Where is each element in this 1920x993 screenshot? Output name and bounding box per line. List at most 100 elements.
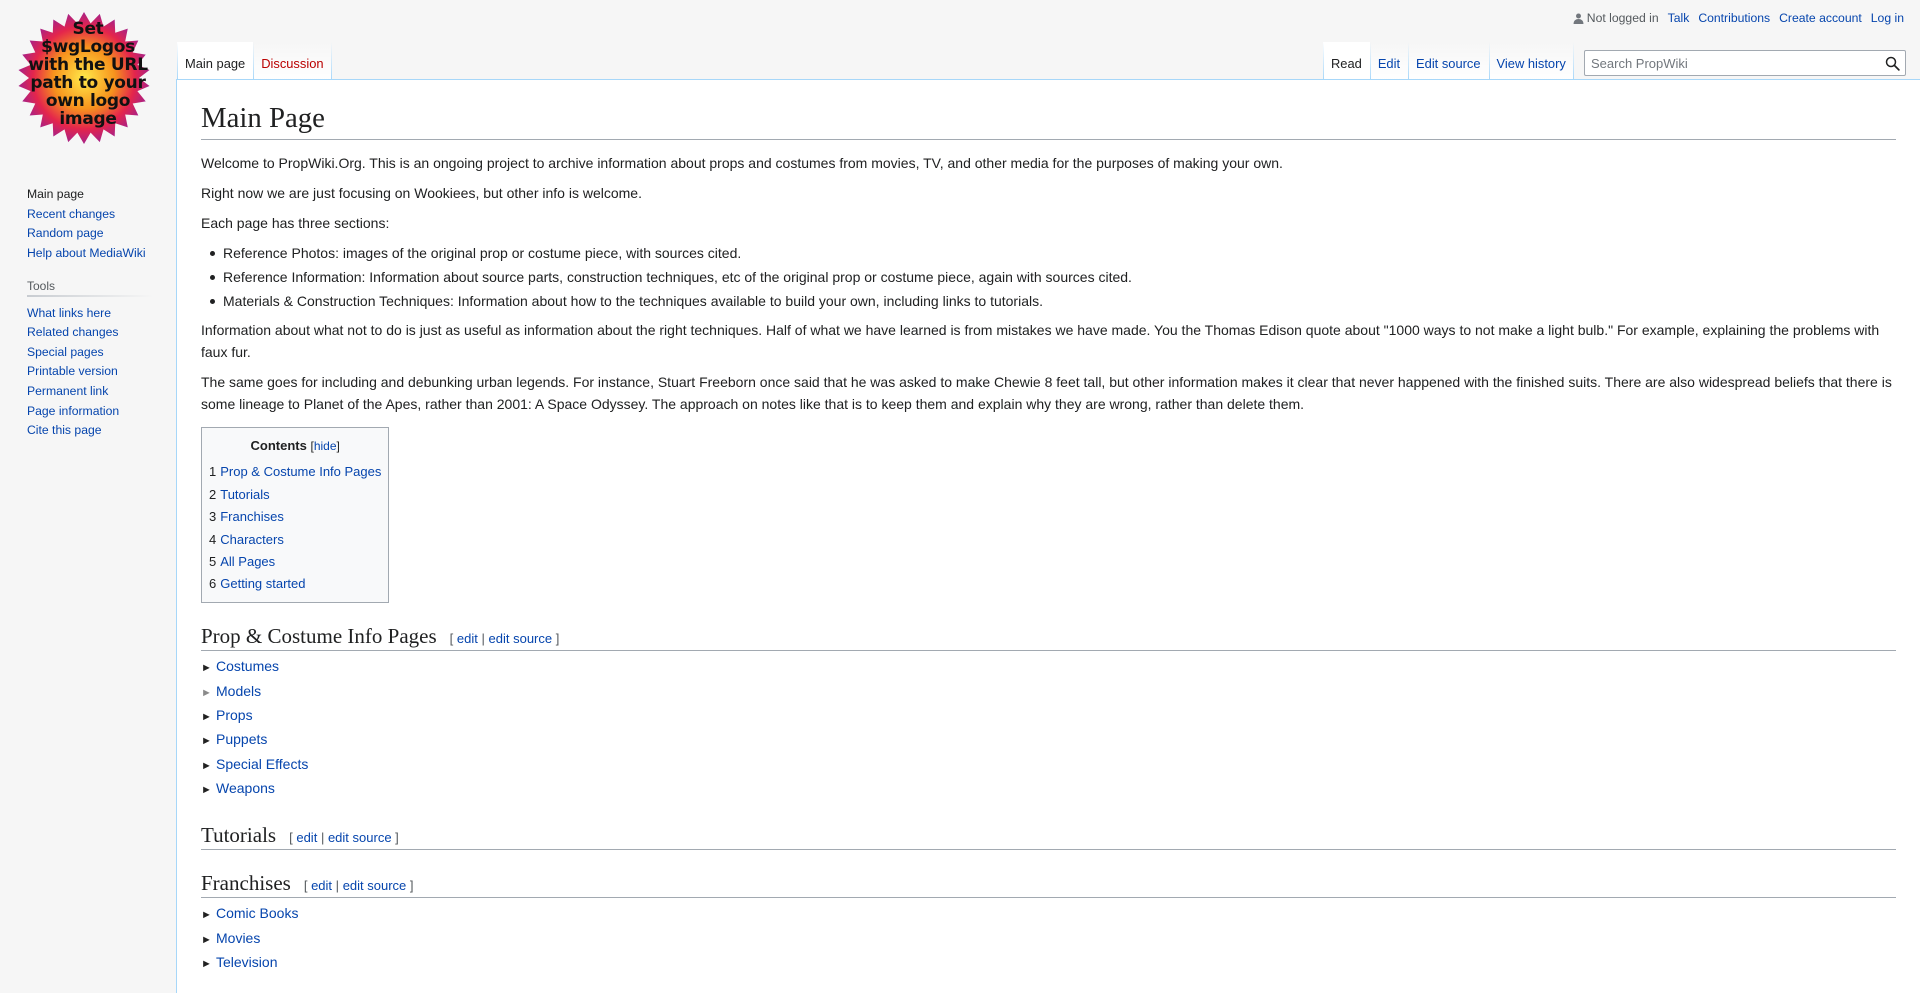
sidebar-tool-page-information[interactable]: Page information <box>27 404 119 418</box>
section-edit-source-link[interactable]: edit source <box>343 878 407 893</box>
sidebar-item: Special pages <box>27 343 153 363</box>
expand-arrow-icon[interactable]: ► <box>201 904 212 926</box>
toc-link[interactable]: Getting started <box>220 576 305 591</box>
toc-item[interactable]: 5 All Pages <box>209 551 381 573</box>
category-link[interactable]: Special Effects <box>216 756 308 772</box>
section-title: Franchises <box>201 870 291 895</box>
section-edit-link[interactable]: edit <box>457 631 478 646</box>
toc-link[interactable]: Prop & Costume Info Pages <box>220 464 381 479</box>
section-edit-source-link[interactable]: edit source <box>489 631 553 646</box>
logo-text-line: own logo <box>45 91 131 111</box>
list-item: Materials & Construction Techniques: Inf… <box>210 290 1896 312</box>
category-link[interactable]: Comic Books <box>216 905 298 921</box>
logo-text-line: $wgLogos <box>41 37 135 57</box>
tab-main-page[interactable]: Main page <box>177 42 254 80</box>
category-tree: ► Comic Books ► Movies ► Television <box>201 902 1896 975</box>
tree-item: ► Models <box>201 680 1896 704</box>
toc-link[interactable]: Characters <box>220 532 284 547</box>
section-edit-source-link[interactable]: edit source <box>328 830 392 845</box>
category-link[interactable]: Movies <box>216 930 260 946</box>
category-link[interactable]: Puppets <box>216 731 267 747</box>
not-logged-in-label: Not logged in <box>1586 11 1659 25</box>
tree-item: ► Comic Books <box>201 902 1896 926</box>
expand-arrow-icon[interactable]: ► <box>201 953 212 975</box>
sidebar-tool-related-changes[interactable]: Related changes <box>27 325 118 339</box>
toc-item[interactable]: 1 Prop & Costume Info Pages <box>209 461 381 483</box>
expand-arrow-icon[interactable]: ► <box>201 682 212 704</box>
toc-item[interactable]: 6 Getting started <box>209 573 381 595</box>
expand-arrow-icon[interactable]: ► <box>201 706 212 728</box>
toc-link[interactable]: Tutorials <box>220 487 269 502</box>
sidebar-item-main-page[interactable]: Main page <box>27 187 84 201</box>
tab-discussion[interactable]: Discussion <box>253 42 332 80</box>
sidebar-item-help-about-mediawiki[interactable]: Help about MediaWiki <box>27 246 146 260</box>
section-edit-link[interactable]: edit <box>311 878 332 893</box>
toc-item[interactable]: 4 Characters <box>209 529 381 551</box>
section-heading: Tutorials [ edit | edit source ] <box>201 822 1896 850</box>
toc-link[interactable]: All Pages <box>220 554 275 569</box>
section-heading: Prop & Costume Info Pages [ edit | edit s… <box>201 623 1896 652</box>
talk-link[interactable]: Talk <box>1668 11 1690 25</box>
sidebar-tool-special-pages[interactable]: Special pages <box>27 345 104 359</box>
category-link[interactable]: Weapons <box>216 780 275 796</box>
tab-read[interactable]: Read <box>1323 42 1370 80</box>
expand-arrow-icon[interactable]: ► <box>201 657 212 679</box>
logo-text-line: Set <box>72 19 104 39</box>
edit-section: [ edit | edit source ] <box>450 631 560 646</box>
sidebar-tool-cite-this-page[interactable]: Cite this page <box>27 423 102 437</box>
site-logo[interactable]: Set $wgLogos with the URL path to your own l… <box>16 10 160 154</box>
expand-arrow-icon[interactable]: ► <box>201 755 212 777</box>
section-edit-link[interactable]: edit <box>296 830 317 845</box>
edit-bracket-close: ] <box>555 630 560 646</box>
logo-text-line: path to your <box>30 73 146 93</box>
tab-discussion-label[interactable]: Discussion <box>261 56 323 71</box>
category-link[interactable]: Models <box>216 683 261 699</box>
toc-number: 6 <box>209 576 217 592</box>
tab-view-history-label[interactable]: View history <box>1497 56 1566 71</box>
toc-number: 2 <box>209 486 217 502</box>
contributions-link[interactable]: Contributions <box>1698 11 1770 25</box>
sidebar-item-recent-changes[interactable]: Recent changes <box>27 207 115 221</box>
tab-edit-source[interactable]: Edit source <box>1408 42 1489 80</box>
log-in-link[interactable]: Log in <box>1871 11 1904 25</box>
toc-title: Contents [hide] <box>250 438 340 454</box>
expand-arrow-icon[interactable]: ► <box>201 730 212 752</box>
category-link[interactable]: Costumes <box>216 658 279 674</box>
search-box <box>1584 50 1906 76</box>
create-account-link[interactable]: Create account <box>1779 11 1862 25</box>
user-icon <box>1573 13 1584 24</box>
tab-edit[interactable]: Edit <box>1369 42 1409 80</box>
edit-section: [ edit | edit source ] <box>289 830 399 845</box>
sidebar-tool-printable-version[interactable]: Printable version <box>27 364 118 378</box>
sidebar-tool-what-links-here[interactable]: What links here <box>27 306 111 320</box>
intro-paragraph: Right now we are just focusing on Wookie… <box>201 185 642 202</box>
toc-link[interactable]: Franchises <box>220 509 284 524</box>
section-title: Prop & Costume Info Pages <box>201 623 437 648</box>
sidebar-item: Recent changes <box>27 205 153 225</box>
toc-hide-link[interactable]: hide <box>314 439 337 453</box>
personal-tools: Not logged in Talk Contributions Create … <box>1573 11 1904 25</box>
tab-edit-label[interactable]: Edit <box>1378 56 1400 71</box>
expand-arrow-icon[interactable]: ► <box>201 929 212 951</box>
toc-number: 1 <box>209 464 217 480</box>
section-title: Tutorials <box>201 822 277 847</box>
expand-arrow-icon[interactable]: ► <box>201 779 212 801</box>
intro-paragraph: Each page has three sections: <box>201 215 390 232</box>
tab-main-page-label[interactable]: Main page <box>185 56 245 71</box>
toc-item[interactable]: 2 Tutorials <box>209 484 381 506</box>
search-button[interactable] <box>1879 51 1905 75</box>
search-input[interactable] <box>1585 52 1879 74</box>
tab-read-label[interactable]: Read <box>1331 56 1362 71</box>
category-link[interactable]: Television <box>216 954 277 970</box>
tab-view-history[interactable]: View history <box>1488 42 1575 80</box>
tree-item: ► Costumes <box>201 655 1896 679</box>
edit-separator: | <box>320 829 325 845</box>
sidebar-item-random-page[interactable]: Random page <box>27 226 104 240</box>
toc-heading: Contents <box>250 438 307 454</box>
list-item: Reference Information: Information about… <box>210 266 1896 288</box>
category-link[interactable]: Props <box>216 707 253 723</box>
sidebar-tool-permanent-link[interactable]: Permanent link <box>27 384 108 398</box>
toc-item[interactable]: 3 Franchises <box>209 506 381 528</box>
tab-edit-source-label[interactable]: Edit source <box>1416 56 1481 71</box>
logo-text: Set $wgLogos with the URL path to your own l… <box>24 20 152 128</box>
